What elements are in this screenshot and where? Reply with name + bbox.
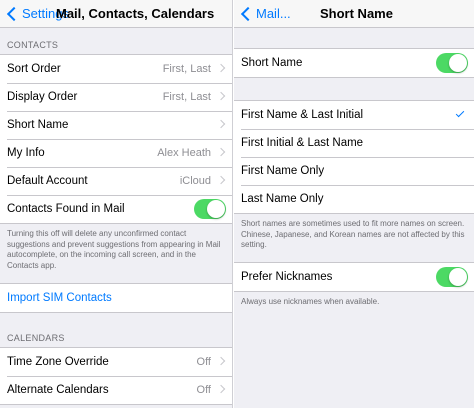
row-value: Off [196,356,211,368]
short-name-toggle-group: Short Name [234,48,474,78]
row-value: iCloud [179,175,211,187]
page-title: Short Name [320,6,393,21]
chevron-right-icon [216,91,226,101]
time-zone-override-row[interactable]: Time Zone Override Off [0,348,232,376]
chevron-right-icon [216,147,226,157]
toggle-knob [207,200,225,218]
chevron-left-icon [6,6,22,21]
chevron-right-icon [216,384,226,394]
option-label: Last Name Only [241,193,324,205]
prefer-nicknames-toggle[interactable] [436,266,468,287]
contacts-group: Sort Order First, Last Display Order Fir… [0,54,232,224]
alternate-calendars-row[interactable]: Alternate Calendars Off [0,376,232,404]
prefer-nicknames-group: Prefer Nicknames [234,261,474,292]
chevron-right-icon [216,119,226,129]
screenshot-composite: Settings Mail, Contacts, Calendars CONTA… [0,0,474,408]
short-name-options-group: First Name & Last Initial First Initial … [234,100,474,214]
page-title: Mail, Contacts, Calendars [56,6,215,21]
option-label: First Name Only [241,165,325,177]
checkmark-icon [455,108,465,118]
row-value: First, Last [162,91,211,103]
contacts-found-toggle[interactable] [194,199,226,219]
short-name-toggle[interactable] [436,53,468,73]
prefer-nicknames-footnote: Always use nicknames when available. [241,296,380,306]
sort-order-row[interactable]: Sort Order First, Last [0,55,232,83]
row-value: Alex Heath [157,147,211,159]
option-label: First Initial & Last Name [241,137,364,149]
contacts-found-in-mail-row: Contacts Found in Mail [0,195,232,223]
chevron-left-icon [240,6,256,21]
calendars-section-header: CALENDARS [7,333,65,343]
my-info-row[interactable]: My Info Alex Heath [0,139,232,167]
row-label: Sort Order [7,63,61,75]
chevron-right-icon [216,356,226,366]
short-name-row: Short Name [234,49,474,77]
mail-contacts-calendars-screen: Settings Mail, Contacts, Calendars CONTA… [0,0,233,408]
import-sim-contacts-row[interactable]: Import SIM Contacts [0,284,232,312]
row-label: Display Order [7,91,78,103]
chevron-right-icon [216,63,226,73]
row-label: Short Name [7,119,69,131]
row-label: Default Account [7,175,88,187]
short-name-screen: Mail... Short Name Short Name First Name… [234,0,474,408]
row-label: Time Zone Override [7,356,109,368]
prefer-nicknames-row: Prefer Nicknames [234,263,474,291]
option-label: First Name & Last Initial [241,109,364,121]
short-name-footnote: Short names are sometimes used to fit mo… [241,219,465,249]
display-order-row[interactable]: Display Order First, Last [0,83,232,111]
toggle-knob [449,267,467,286]
navigation-bar: Mail... Short Name [234,0,474,28]
toggle-knob [449,54,467,72]
contacts-section-header: CONTACTS [7,40,59,50]
row-label: Prefer Nicknames [241,270,333,283]
row-value: First, Last [162,63,211,75]
short-name-row[interactable]: Short Name [0,111,232,139]
option-last-name-only[interactable]: Last Name Only [234,185,474,213]
default-account-row[interactable]: Default Account iCloud [0,167,232,195]
calendars-group: Time Zone Override Off Alternate Calenda… [0,347,232,405]
row-label: Alternate Calendars [7,384,109,396]
import-sim-contacts-button[interactable]: Import SIM Contacts [7,292,112,304]
row-label: My Info [7,147,45,159]
row-label: Contacts Found in Mail [7,203,125,215]
row-value: Off [196,384,211,396]
option-first-name-only[interactable]: First Name Only [234,157,474,185]
import-sim-group: Import SIM Contacts [0,283,232,313]
chevron-right-icon [216,175,226,185]
option-first-initial-last-name[interactable]: First Initial & Last Name [234,129,474,157]
option-first-name-last-initial[interactable]: First Name & Last Initial [234,101,474,129]
back-button-label: Mail... [256,6,291,21]
row-label: Short Name [241,57,303,69]
back-button[interactable]: Mail... [239,0,291,27]
contacts-found-footnote: Turning this off will delete any unconfi… [7,229,221,270]
navigation-bar: Settings Mail, Contacts, Calendars [0,0,232,28]
